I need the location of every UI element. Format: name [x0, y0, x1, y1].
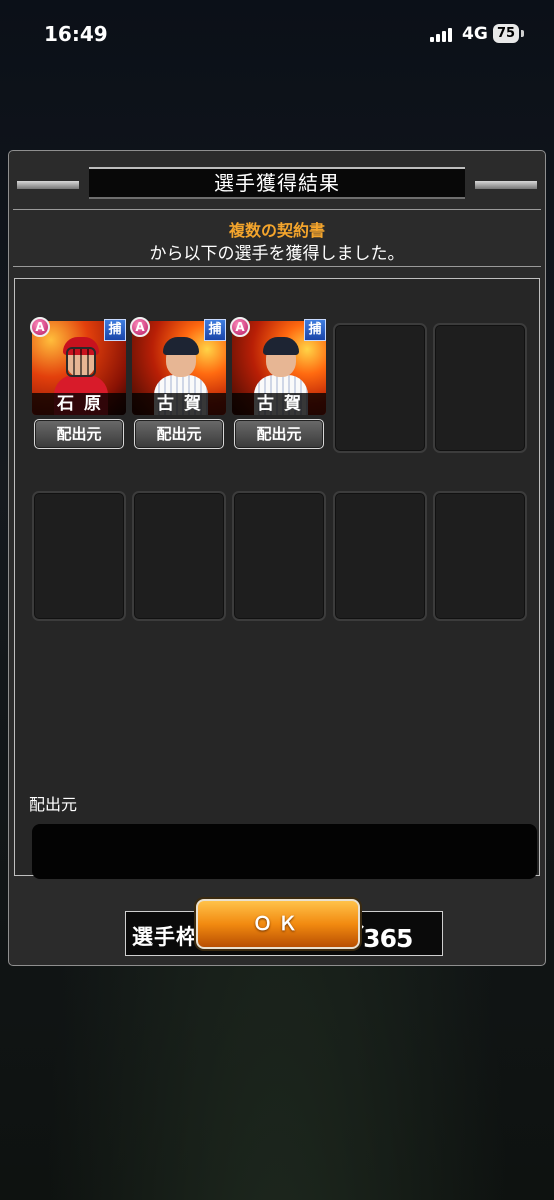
player-card[interactable]: 石原 A 捕 配出元 — [30, 317, 126, 453]
empty-slot — [433, 323, 527, 453]
status-time: 16:49 — [44, 22, 108, 46]
player-list-panel: 石原 A 捕 配出元 古賀 A 捕 配出元 古賀 A 捕 配出元 配出元 選手枠… — [14, 278, 540, 956]
position-badge: 捕 — [104, 319, 126, 341]
source-info-box — [32, 824, 537, 879]
empty-slot — [232, 491, 326, 621]
empty-slot — [333, 323, 427, 453]
title-stripe-left — [17, 181, 79, 189]
source-label: 配出元 — [29, 795, 78, 814]
player-name: 古賀 — [132, 393, 226, 415]
empty-slot — [132, 491, 226, 621]
source-button[interactable]: 配出元 — [134, 419, 224, 449]
status-bar: 16:49 4G 75 — [0, 0, 554, 70]
battery-icon: 75 — [493, 24, 519, 43]
dialog-title-bar: 選手獲得結果 — [9, 167, 545, 199]
dialog-title: 選手獲得結果 — [89, 167, 465, 199]
ok-button[interactable]: ＯＫ — [196, 899, 360, 949]
source-button[interactable]: 配出元 — [234, 419, 324, 449]
contract-source-text: 複数の契約書 — [228, 221, 325, 240]
acquired-message: から以下の選手を獲得しました。 — [149, 244, 405, 264]
rank-badge: A — [130, 317, 150, 337]
catcher-mask-icon — [66, 347, 96, 377]
empty-slot — [433, 491, 527, 621]
network-type: 4G — [462, 24, 488, 44]
source-button[interactable]: 配出元 — [34, 419, 124, 449]
empty-slot — [32, 491, 126, 621]
player-name: 石原 — [32, 393, 126, 415]
cellular-signal-icon — [430, 28, 454, 42]
position-badge: 捕 — [204, 319, 226, 341]
player-card[interactable]: 古賀 A 捕 配出元 — [230, 317, 326, 453]
rank-badge: A — [30, 317, 50, 337]
divider — [13, 209, 541, 210]
empty-slot — [333, 491, 427, 621]
position-badge: 捕 — [304, 319, 326, 341]
player-card[interactable]: 古賀 A 捕 配出元 — [130, 317, 226, 453]
acquisition-result-dialog: 選手獲得結果 複数の契約書 から以下の選手を獲得しました。 石原 A 捕 配出元 — [8, 150, 546, 966]
battery-tip — [521, 30, 524, 37]
rank-badge: A — [230, 317, 250, 337]
title-stripe-right — [475, 181, 537, 189]
divider — [13, 266, 541, 267]
player-name: 古賀 — [232, 393, 326, 415]
